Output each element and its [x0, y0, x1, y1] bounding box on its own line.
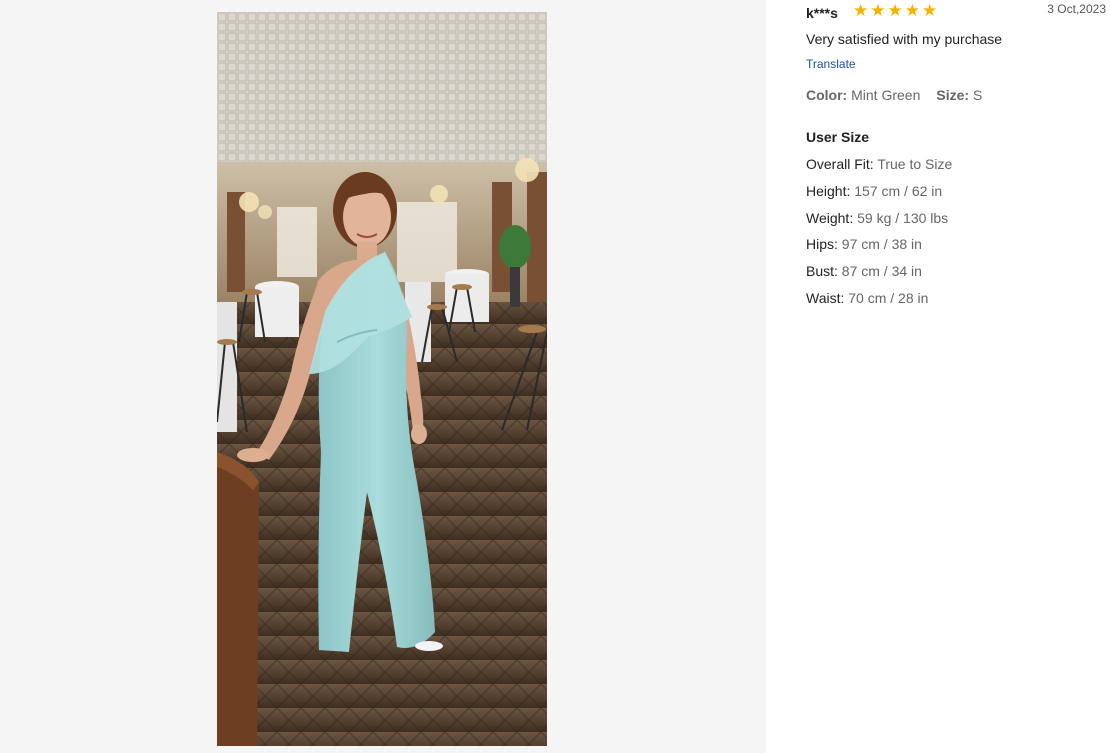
- star-icon: ★: [870, 1, 886, 20]
- star-icon: ★: [887, 1, 903, 20]
- size-row-value: 87 cm / 34 in: [841, 263, 922, 280]
- color-value: Mint Green: [851, 87, 921, 103]
- size-row-value: 157 cm / 62 in: [854, 182, 943, 199]
- size-row-value: 59 kg / 130 lbs: [857, 209, 949, 226]
- size-row-height: Height: 157 cm / 62 in: [806, 183, 952, 210]
- size-row-label: Height:: [806, 182, 851, 199]
- star-icon: ★: [922, 1, 938, 20]
- reviewer-name: k***s: [806, 5, 838, 21]
- size-row-value: True to Size: [877, 156, 953, 172]
- review-panel: k***s ★ ★ ★ ★ ★ 3 Oct,2023 Very satisfie…: [766, 0, 1110, 753]
- size-value: S: [972, 87, 983, 103]
- size-row-waist: Waist: 70 cm / 28 in: [806, 290, 952, 317]
- size-row-label: Weight:: [806, 209, 854, 226]
- star-icon: ★: [904, 1, 920, 20]
- size-row-value: 70 cm / 28 in: [848, 289, 929, 306]
- size-row-hips: Hips: 97 cm / 38 in: [806, 236, 952, 263]
- size-attribute: Size: S: [936, 87, 982, 103]
- purchase-attributes: Color: Mint Green Size: S: [806, 87, 982, 103]
- user-size-title: User Size: [806, 129, 870, 145]
- review-header: k***s ★ ★ ★ ★ ★ 3 Oct,2023: [806, 1, 1106, 24]
- review-date: 3 Oct,2023: [1047, 2, 1106, 16]
- star-rating: ★ ★ ★ ★ ★: [853, 1, 937, 21]
- size-row-overall-fit: Overall Fit: True to Size: [806, 156, 952, 183]
- size-row-label: Hips:: [806, 236, 838, 253]
- color-label: Color:: [806, 87, 848, 103]
- translate-link[interactable]: Translate: [806, 57, 856, 71]
- size-row-label: Waist:: [806, 289, 845, 306]
- size-label: Size:: [936, 87, 970, 103]
- size-row-label: Overall Fit:: [806, 156, 874, 172]
- review-photo-image: [217, 12, 547, 746]
- size-row-weight: Weight: 59 kg / 130 lbs: [806, 210, 952, 237]
- review-text: Very satisfied with my purchase: [806, 31, 1003, 47]
- review-photo[interactable]: [217, 12, 547, 746]
- user-size-list: Overall Fit: True to Size Height: 157 cm…: [806, 156, 952, 317]
- star-icon: ★: [853, 1, 869, 20]
- size-row-value: 97 cm / 38 in: [841, 236, 922, 253]
- color-attribute: Color: Mint Green: [806, 87, 920, 103]
- review-detail-view: k***s ★ ★ ★ ★ ★ 3 Oct,2023 Very satisfie…: [0, 0, 1110, 753]
- size-row-bust: Bust: 87 cm / 34 in: [806, 263, 952, 290]
- photo-panel: [0, 0, 766, 753]
- size-row-label: Bust:: [806, 263, 838, 280]
